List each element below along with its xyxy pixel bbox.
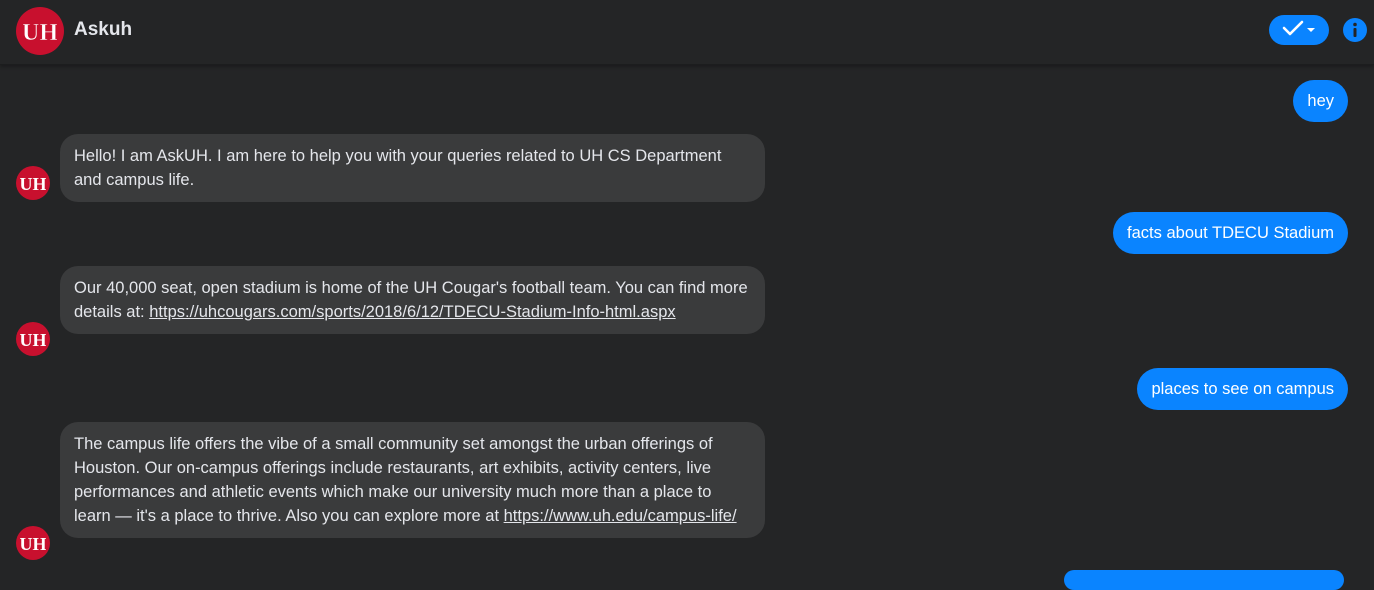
chevron-down-icon: [1306, 21, 1316, 39]
stadium-info-link[interactable]: https://uhcougars.com/sports/2018/6/12/T…: [149, 303, 675, 321]
bot-avatar: UH: [16, 166, 50, 200]
campus-life-link[interactable]: https://www.uh.edu/campus-life/: [504, 507, 737, 525]
svg-text:UH: UH: [20, 174, 46, 193]
user-message: hey: [1293, 80, 1348, 122]
user-message: facts about TDECU Stadium: [1113, 212, 1348, 254]
chat-title: Askuh: [74, 19, 133, 40]
bot-message: Hello! I am AskUH. I am here to help you…: [60, 134, 765, 202]
bot-avatar: UH: [16, 526, 50, 560]
bot-message: Our 40,000 seat, open stadium is home of…: [60, 266, 765, 334]
user-message-partial: [1064, 570, 1344, 590]
uh-logo-icon: UH: [16, 7, 64, 55]
chat-header: UH Askuh: [0, 0, 1374, 65]
info-icon[interactable]: [1343, 18, 1367, 42]
user-message: places to see on campus: [1137, 368, 1348, 410]
bot-avatar: UH: [16, 322, 50, 356]
svg-text:UH: UH: [20, 330, 46, 349]
svg-text:UH: UH: [20, 534, 46, 553]
svg-text:UH: UH: [23, 20, 57, 44]
bot-message: The campus life offers the vibe of a sma…: [60, 422, 765, 538]
check-icon: [1282, 20, 1306, 41]
status-check-button[interactable]: [1269, 15, 1329, 45]
